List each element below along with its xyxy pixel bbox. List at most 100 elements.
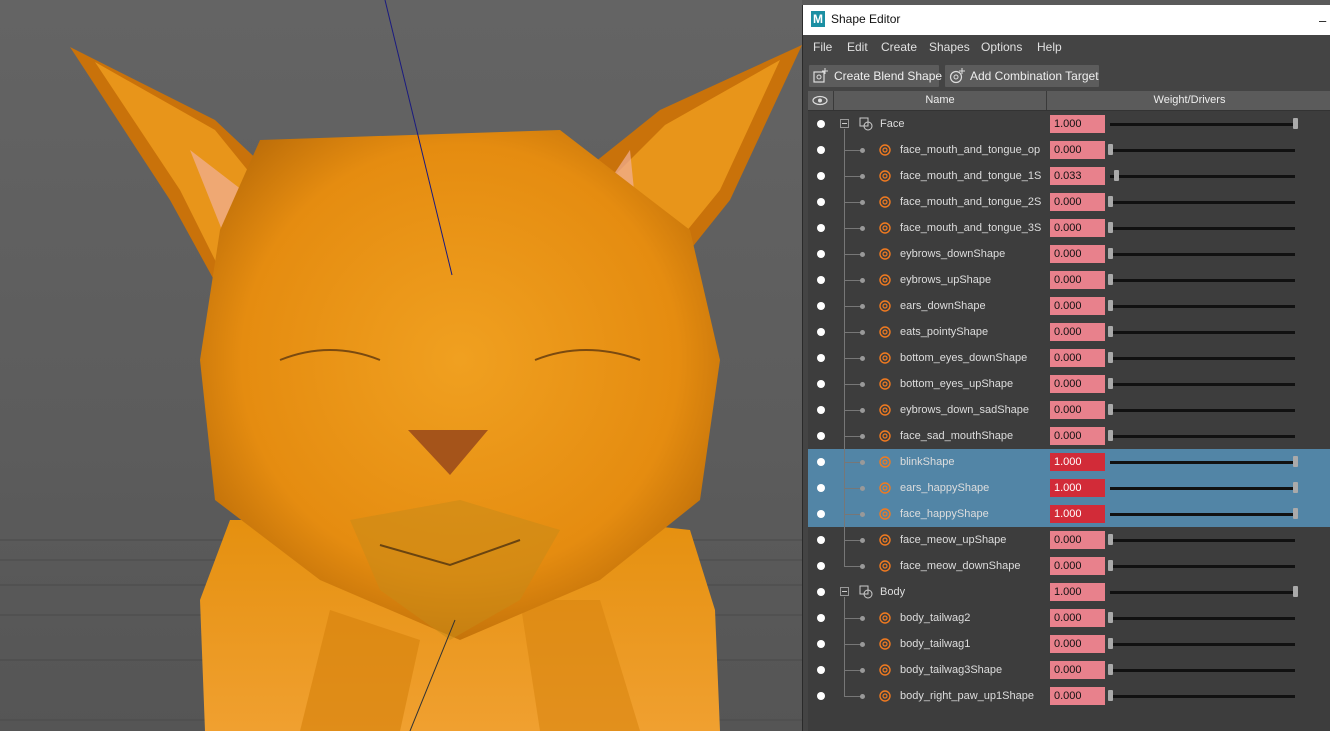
- target-row[interactable]: ears_downShape 0.000: [808, 293, 1330, 319]
- visibility-toggle[interactable]: [817, 666, 825, 674]
- menu-file[interactable]: File: [813, 40, 832, 54]
- target-row[interactable]: blinkShape 1.000: [808, 449, 1330, 475]
- visibility-toggle[interactable]: [817, 224, 825, 232]
- weight-field[interactable]: 0.000: [1050, 687, 1105, 705]
- target-row[interactable]: face_mouth_and_tongue_2S 0.000: [808, 189, 1330, 215]
- weight-slider-track[interactable]: [1110, 513, 1295, 516]
- visibility-column-header[interactable]: [808, 91, 834, 110]
- weight-slider-handle[interactable]: [1293, 586, 1298, 597]
- weight-slider-track[interactable]: [1110, 175, 1295, 178]
- visibility-toggle[interactable]: [817, 328, 825, 336]
- target-row[interactable]: ears_happyShape 1.000: [808, 475, 1330, 501]
- weight-slider-handle[interactable]: [1293, 508, 1298, 519]
- visibility-toggle[interactable]: [817, 692, 825, 700]
- visibility-toggle[interactable]: [817, 562, 825, 570]
- weight-field[interactable]: 0.000: [1050, 323, 1105, 341]
- weight-slider-track[interactable]: [1110, 487, 1295, 490]
- target-row[interactable]: face_meow_upShape 0.000: [808, 527, 1330, 553]
- weight-field[interactable]: 0.000: [1050, 661, 1105, 679]
- add-combination-target-button[interactable]: Add Combination Target: [945, 65, 1099, 87]
- weight-slider-track[interactable]: [1110, 461, 1295, 464]
- weight-slider-handle[interactable]: [1108, 300, 1113, 311]
- weight-slider-track[interactable]: [1110, 383, 1295, 386]
- target-row[interactable]: bottom_eyes_downShape 0.000: [808, 345, 1330, 371]
- visibility-toggle[interactable]: [817, 432, 825, 440]
- viewport-3d[interactable]: [0, 0, 802, 731]
- weight-slider-handle[interactable]: [1293, 482, 1298, 493]
- target-row[interactable]: face_meow_downShape 0.000: [808, 553, 1330, 579]
- weight-field[interactable]: 0.000: [1050, 635, 1105, 653]
- weight-column-header[interactable]: Weight/Drivers: [1048, 91, 1330, 110]
- weight-slider-handle[interactable]: [1108, 326, 1113, 337]
- visibility-toggle[interactable]: [817, 640, 825, 648]
- target-row[interactable]: body_tailwag1 0.000: [808, 631, 1330, 657]
- target-row[interactable]: body_tailwag2 0.000: [808, 605, 1330, 631]
- weight-field[interactable]: 0.000: [1050, 531, 1105, 549]
- target-row[interactable]: face_mouth_and_tongue_op 0.000: [808, 137, 1330, 163]
- group-row[interactable]: Body 1.000: [808, 579, 1330, 605]
- weight-field[interactable]: 0.000: [1050, 375, 1105, 393]
- collapse-toggle[interactable]: [840, 119, 849, 128]
- name-column-header[interactable]: Name: [834, 91, 1047, 110]
- weight-slider-track[interactable]: [1110, 149, 1295, 152]
- weight-slider-track[interactable]: [1110, 565, 1295, 568]
- weight-field[interactable]: 1.000: [1050, 583, 1105, 601]
- visibility-toggle[interactable]: [817, 354, 825, 362]
- weight-field[interactable]: 0.000: [1050, 349, 1105, 367]
- weight-field[interactable]: 0.000: [1050, 297, 1105, 315]
- target-row[interactable]: face_mouth_and_tongue_3S 0.000: [808, 215, 1330, 241]
- menu-edit[interactable]: Edit: [847, 40, 868, 54]
- weight-slider-handle[interactable]: [1108, 144, 1113, 155]
- weight-slider-track[interactable]: [1110, 305, 1295, 308]
- weight-slider-track[interactable]: [1110, 591, 1295, 594]
- weight-field[interactable]: 0.000: [1050, 271, 1105, 289]
- weight-slider-handle[interactable]: [1108, 248, 1113, 259]
- weight-slider-track[interactable]: [1110, 227, 1295, 230]
- weight-slider-handle[interactable]: [1108, 534, 1113, 545]
- weight-slider-handle[interactable]: [1108, 430, 1113, 441]
- target-row[interactable]: eybrows_downShape 0.000: [808, 241, 1330, 267]
- weight-slider-track[interactable]: [1110, 331, 1295, 334]
- visibility-toggle[interactable]: [817, 458, 825, 466]
- weight-slider-track[interactable]: [1110, 539, 1295, 542]
- visibility-toggle[interactable]: [817, 484, 825, 492]
- title-bar[interactable]: M Shape Editor –: [803, 5, 1330, 35]
- weight-slider-handle[interactable]: [1108, 638, 1113, 649]
- visibility-toggle[interactable]: [817, 536, 825, 544]
- weight-field[interactable]: 1.000: [1050, 505, 1105, 523]
- visibility-toggle[interactable]: [817, 198, 825, 206]
- visibility-toggle[interactable]: [817, 146, 825, 154]
- visibility-toggle[interactable]: [817, 380, 825, 388]
- weight-slider-handle[interactable]: [1114, 170, 1120, 181]
- visibility-toggle[interactable]: [817, 302, 825, 310]
- weight-slider-handle[interactable]: [1108, 612, 1113, 623]
- weight-slider-handle[interactable]: [1293, 118, 1298, 129]
- weight-slider-track[interactable]: [1110, 435, 1295, 438]
- weight-field[interactable]: 0.000: [1050, 557, 1105, 575]
- minimize-button[interactable]: –: [1319, 13, 1326, 28]
- weight-slider-track[interactable]: [1110, 253, 1295, 256]
- menu-help[interactable]: Help: [1037, 40, 1062, 54]
- target-row[interactable]: eybrows_down_sadShape 0.000: [808, 397, 1330, 423]
- weight-field[interactable]: 0.000: [1050, 609, 1105, 627]
- target-row[interactable]: body_tailwag3Shape 0.000: [808, 657, 1330, 683]
- target-row[interactable]: bottom_eyes_upShape 0.000: [808, 371, 1330, 397]
- target-row[interactable]: eybrows_upShape 0.000: [808, 267, 1330, 293]
- visibility-toggle[interactable]: [817, 250, 825, 258]
- weight-slider-handle[interactable]: [1108, 664, 1113, 675]
- visibility-toggle[interactable]: [817, 276, 825, 284]
- weight-field[interactable]: 0.000: [1050, 219, 1105, 237]
- weight-field[interactable]: 0.000: [1050, 141, 1105, 159]
- target-row[interactable]: body_right_paw_up1Shape 0.000: [808, 683, 1330, 709]
- menu-shapes[interactable]: Shapes: [929, 40, 970, 54]
- target-row[interactable]: face_happyShape 1.000: [808, 501, 1330, 527]
- weight-slider-track[interactable]: [1110, 617, 1295, 620]
- weight-slider-handle[interactable]: [1108, 560, 1113, 571]
- weight-slider-handle[interactable]: [1108, 196, 1113, 207]
- create-blend-shape-button[interactable]: Create Blend Shape: [809, 65, 942, 87]
- weight-field[interactable]: 0.033: [1050, 167, 1105, 185]
- weight-slider-handle[interactable]: [1293, 456, 1298, 467]
- visibility-toggle[interactable]: [817, 406, 825, 414]
- visibility-toggle[interactable]: [817, 588, 825, 596]
- weight-slider-track[interactable]: [1110, 123, 1295, 126]
